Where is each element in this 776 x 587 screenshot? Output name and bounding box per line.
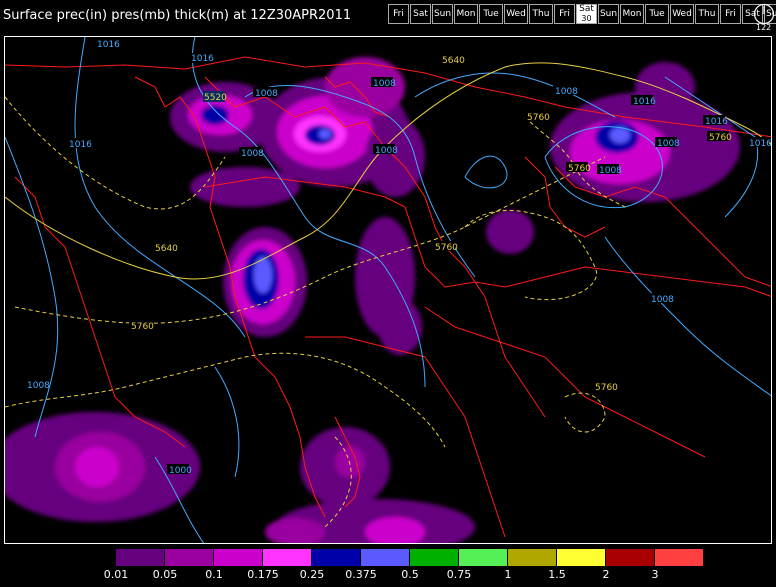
day-button-tue[interactable]: Tue [645, 4, 669, 24]
legend-tick-label: 0.75 [446, 568, 472, 581]
isobar-label: 1016 [97, 40, 120, 50]
day-button-mon[interactable]: Mon [620, 4, 644, 24]
isobar-label: 1008 [27, 381, 50, 391]
legend-swatch [116, 549, 165, 566]
day-label: Thu [698, 8, 716, 19]
weather-map: 1016 1016 5520 1008 1008 5640 5760 1008 … [4, 36, 772, 544]
legend-swatch [508, 549, 557, 566]
legend-tick-label: 0.01 [103, 568, 129, 581]
day-label: Fri [725, 8, 736, 19]
day-number: 30 [581, 14, 592, 23]
legend-tick-label: 0.375 [345, 568, 377, 581]
legend-tick-label: 2 [602, 568, 610, 581]
day-button-wed[interactable]: Wed [670, 4, 694, 24]
day-button-fri[interactable]: Fri [554, 4, 575, 24]
day-label: Mon [622, 8, 642, 19]
thickness-label: 5520 [204, 93, 227, 103]
day-button-wed[interactable]: Wed [504, 4, 528, 24]
thickness-label: 5640 [442, 56, 465, 66]
thickness-label: 5760 [595, 383, 618, 393]
day-label: Sun [599, 8, 618, 19]
thickness-label: 5760 [131, 322, 154, 332]
day-button-thu[interactable]: Thu [695, 4, 719, 24]
day-button-fri[interactable]: Fri [720, 4, 741, 24]
isobar-label: 1016 [69, 140, 92, 150]
legend-swatch [312, 549, 361, 566]
day-button-fri[interactable]: Fri [388, 4, 409, 24]
legend-ticks: 0.01 0.05 0.1 0.175 0.25 0.375 0.5 0.75 1 1.5 2 3 [67, 568, 727, 584]
thickness-label: 5640 [155, 244, 178, 254]
day-label: Fri [393, 8, 404, 19]
day-button-thu[interactable]: Thu [529, 4, 553, 24]
legend-tick-label: 0.1 [205, 568, 223, 581]
isobar-label: 1008 [375, 146, 398, 156]
legend-swatch [557, 549, 606, 566]
day-label: Tue [483, 8, 499, 19]
isobar-label: 1008 [555, 87, 578, 97]
legend-swatch [410, 549, 459, 566]
day-label: Sat [579, 4, 594, 14]
day-button-sun[interactable]: Sun [432, 4, 453, 24]
legend-tick-label: 0.5 [401, 568, 419, 581]
thickness-label: 5760 [435, 243, 458, 253]
isobar-label: 1008 [373, 79, 396, 89]
day-selector: Fri Sat Sun Mon Tue Wed Thu Fri Sat 30 Sun Mon Tue We… [388, 4, 776, 26]
day-label: Thu [532, 8, 550, 19]
day-label: Sat [413, 8, 428, 19]
day-label: Mon [456, 8, 476, 19]
day-label: Wed [506, 8, 526, 19]
legend-tick-label: 3 [651, 568, 659, 581]
isobar-label: 1008 [657, 139, 680, 149]
legend-tick-label: 0.175 [247, 568, 279, 581]
legend-tick-label: 0.25 [299, 568, 325, 581]
isobar-label: 1008 [599, 166, 622, 176]
thickness-label: 5760 [709, 133, 732, 143]
legend-swatch [214, 549, 263, 566]
legend-swatch [606, 549, 655, 566]
day-label: Tue [649, 8, 665, 19]
legend-tick-label: 0.05 [152, 568, 178, 581]
legend-swatch [67, 549, 116, 566]
isobar-label: 1008 [241, 149, 264, 159]
isobar-label: 1016 [749, 139, 772, 149]
legend-swatch [361, 549, 410, 566]
isobar-label: 1000 [169, 466, 192, 476]
legend-tick-label: 1 [504, 568, 512, 581]
day-button-sat[interactable]: Sat 30 [576, 4, 597, 24]
forecast-hour-label: 122 [756, 23, 772, 32]
legend-swatch [165, 549, 214, 566]
day-label: Sun [433, 8, 452, 19]
precip-legend [67, 549, 704, 566]
day-button-sat[interactable]: Sat [410, 4, 431, 24]
legend-swatch [459, 549, 508, 566]
isobar-label: 1016 [705, 117, 728, 127]
isobar-label: 1016 [191, 54, 214, 64]
isobar-label: 1008 [255, 89, 278, 99]
day-label: Fri [559, 8, 570, 19]
thickness-label: 5760 [527, 113, 550, 123]
map-canvas: 1016 1016 5520 1008 1008 5640 5760 1008 … [5, 37, 772, 543]
isobar-label: 1016 [633, 97, 656, 107]
day-button-sun[interactable]: Sun [598, 4, 619, 24]
map-title: Surface prec(in) pres(mb) thick(m) at 12… [3, 8, 352, 23]
legend-swatch [655, 549, 704, 566]
thickness-label: 5760 [568, 164, 591, 174]
day-button-mon[interactable]: Mon [454, 4, 478, 24]
day-label: Wed [672, 8, 692, 19]
legend-tick-label: 1.5 [548, 568, 566, 581]
legend-swatch [263, 549, 312, 566]
isobar-label: 1008 [651, 295, 674, 305]
day-button-tue[interactable]: Tue [479, 4, 503, 24]
